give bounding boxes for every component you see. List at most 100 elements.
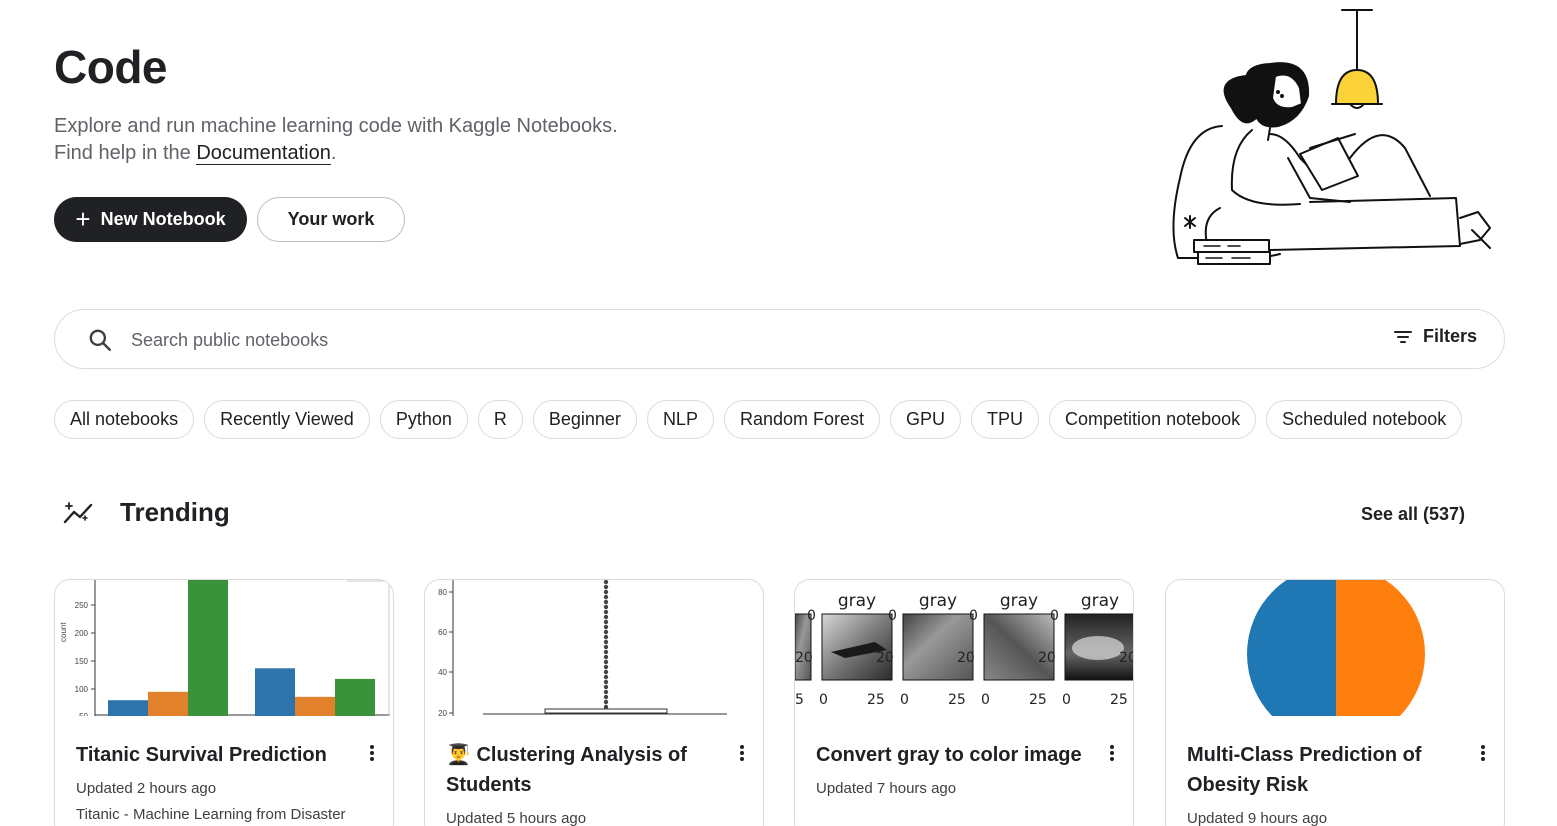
y-axis-label: count: [59, 622, 68, 642]
tick-label: 0: [819, 692, 828, 708]
notebook-title[interactable]: Multi-Class Prediction of Obesity Risk: [1187, 740, 1457, 800]
panel-title: gray: [919, 591, 957, 611]
outlier-point: [603, 669, 609, 675]
chip-tpu[interactable]: TPU: [971, 400, 1040, 439]
chip-gpu[interactable]: GPU: [890, 400, 962, 439]
notebook-card-obesity[interactable]: Multi-Class Prediction of Obesity Risk U…: [1165, 579, 1505, 826]
notebook-updated: Updated 2 hours ago: [76, 780, 217, 797]
bar-chart-thumbnail: count 250 200 150 100 50: [59, 580, 390, 716]
chip-python[interactable]: Python: [379, 400, 468, 439]
tick-label: 20: [1119, 650, 1134, 666]
outlier-point: [603, 689, 609, 695]
trending-header: Trending: [62, 497, 230, 528]
subtitle-line-2: Find help in the Documentation.: [54, 140, 618, 167]
trending-icon: [63, 501, 93, 523]
more-options-icon[interactable]: [737, 743, 747, 763]
plus-icon: +: [75, 203, 91, 234]
notebook-title[interactable]: 👨‍🎓 Clustering Analysis of Students: [446, 740, 716, 800]
outlier-point: [603, 634, 609, 640]
outlier-point: [603, 674, 609, 680]
outlier-point: [603, 664, 609, 670]
subtitle-line-1: Explore and run machine learning code wi…: [54, 115, 618, 137]
outlier-point: [603, 589, 609, 595]
filters-button[interactable]: Filters: [1393, 326, 1477, 347]
notebook-updated: Updated 5 hours ago: [446, 810, 587, 826]
more-options-icon[interactable]: [1478, 743, 1488, 763]
tick-label: 0: [900, 692, 909, 708]
pie-chart-thumbnail: [1247, 580, 1425, 716]
chip-beginner[interactable]: Beginner: [532, 400, 637, 439]
see-all-link[interactable]: See all (537): [1361, 504, 1465, 525]
panel-title: gray: [838, 591, 876, 611]
chart-bar: [255, 668, 295, 716]
panel-title: gray: [1000, 591, 1038, 611]
chip-nlp[interactable]: NLP: [646, 400, 714, 439]
chip-scheduled-notebook[interactable]: Scheduled notebook: [1266, 400, 1463, 439]
tick-label: 0: [969, 608, 978, 624]
y-tick: 60: [438, 628, 447, 637]
tick-label: 0: [1050, 608, 1059, 624]
subtitle-suffix: .: [330, 142, 337, 164]
outlier-point: [603, 649, 609, 655]
y-tick: 50: [79, 712, 88, 716]
outlier-point: [603, 644, 609, 650]
new-notebook-button[interactable]: + New Notebook: [54, 197, 247, 242]
outlier-point: [603, 584, 609, 590]
your-work-button[interactable]: Your work: [257, 197, 405, 242]
outlier-points: [603, 580, 609, 710]
tick-label: 5: [795, 692, 804, 708]
y-tick: 40: [438, 668, 447, 677]
tick-label: 25: [948, 692, 966, 708]
chip-recently-viewed[interactable]: Recently Viewed: [204, 400, 370, 439]
notebook-thumbnail: [1166, 580, 1504, 716]
outlier-point: [603, 704, 609, 710]
filter-chips: All notebooks Recently Viewed Python R B…: [54, 400, 1463, 439]
chip-random-forest[interactable]: Random Forest: [723, 400, 881, 439]
chart-bar: [108, 700, 148, 716]
notebook-thumbnail: count 250 200 150 100 50: [55, 580, 393, 716]
filter-icon: [1393, 330, 1412, 343]
image-grid-thumbnail: gray gray gray gray 0 0 0 0 20 20 20 20 …: [795, 591, 1134, 708]
notebook-source[interactable]: Titanic - Machine Learning from Disaster: [76, 806, 346, 823]
tick-label: 25: [1110, 692, 1128, 708]
outlier-point: [603, 614, 609, 620]
tick-label: 0: [807, 608, 816, 624]
chip-competition-notebook[interactable]: Competition notebook: [1049, 400, 1257, 439]
outlier-point: [603, 604, 609, 610]
more-options-icon[interactable]: [1107, 743, 1117, 763]
outlier-point: [603, 624, 609, 630]
outlier-point: [603, 654, 609, 660]
more-options-icon[interactable]: [367, 743, 377, 763]
chart-bar: [335, 678, 375, 716]
y-tick: 80: [438, 588, 447, 597]
trending-title: Trending: [120, 497, 230, 527]
outlier-point: [603, 629, 609, 635]
pie-slice: [1247, 580, 1336, 716]
notebook-title[interactable]: Titanic Survival Prediction: [76, 740, 346, 770]
tick-label: 20: [957, 650, 975, 666]
tick-label: 0: [1062, 692, 1071, 708]
documentation-link[interactable]: Documentation: [196, 142, 331, 165]
outlier-point: [603, 609, 609, 615]
y-tick: 250: [75, 601, 89, 610]
outlier-point: [603, 639, 609, 645]
notebook-thumbnail: gray gray gray gray 0 0 0 0 20 20 20 20 …: [795, 580, 1134, 716]
search-bar: Filters: [54, 309, 1505, 369]
chip-all-notebooks[interactable]: All notebooks: [54, 400, 195, 439]
y-tick: 100: [75, 685, 89, 694]
tick-label: 0: [981, 692, 990, 708]
notebook-card-titanic[interactable]: count 250 200 150 100 50 Titanic Surviva…: [54, 579, 394, 826]
chart-bar: [188, 580, 228, 716]
tick-label: 20: [795, 650, 813, 666]
pie-slice: [1336, 580, 1425, 716]
chip-r[interactable]: R: [477, 400, 523, 439]
notebook-card-clustering[interactable]: 80 60 40 20 👨‍🎓 Clustering Analysis of S…: [424, 579, 764, 826]
filters-label: Filters: [1422, 326, 1477, 346]
outlier-point: [603, 580, 609, 585]
search-input[interactable]: [131, 324, 1331, 356]
outlier-point: [603, 699, 609, 705]
notebook-thumbnail: 80 60 40 20: [425, 580, 763, 716]
new-notebook-label: New Notebook: [100, 209, 226, 229]
notebook-title[interactable]: Convert gray to color image: [816, 740, 1106, 770]
notebook-card-gray-to-color[interactable]: gray gray gray gray 0 0 0 0 20 20 20 20 …: [794, 579, 1134, 826]
